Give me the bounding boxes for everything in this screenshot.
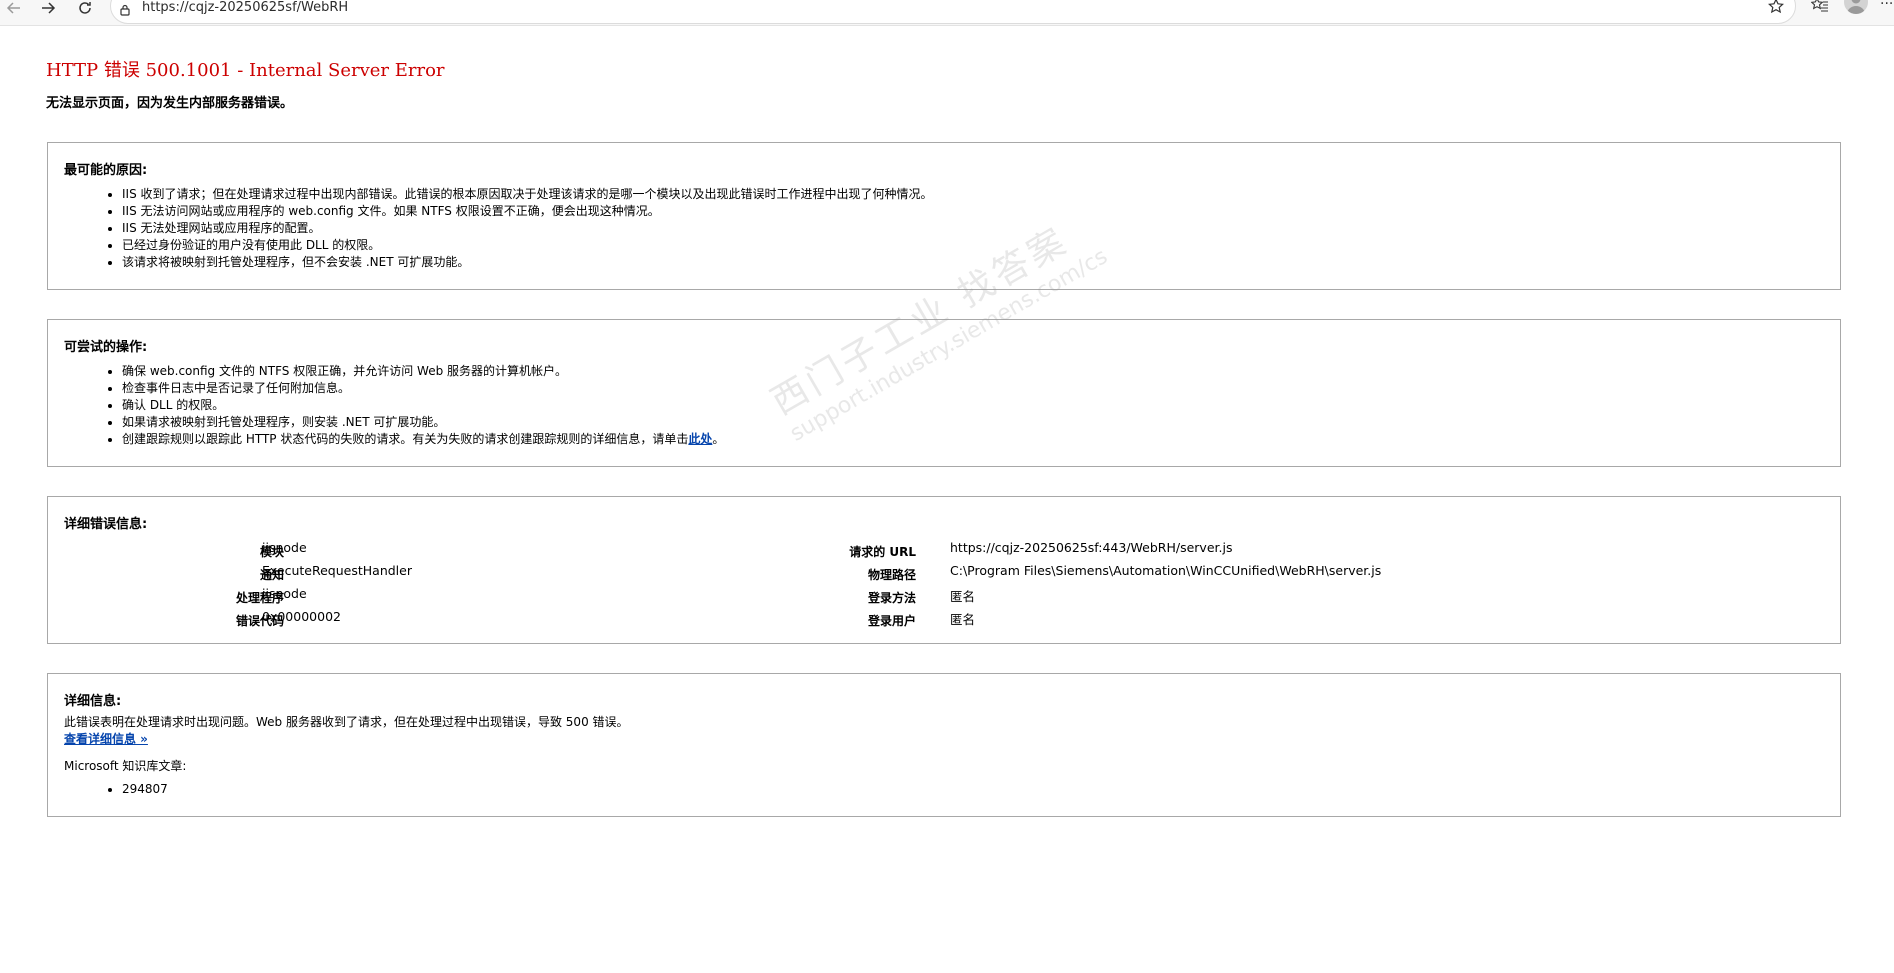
list-item: IIS 收到了请求；但在处理请求过程中出现内部错误。此错误的根本原因取决于处理该… (122, 186, 933, 203)
more-info-heading: 详细信息: (64, 694, 122, 709)
lock-icon[interactable] (119, 1, 131, 20)
list-item: IIS 无法访问网站或应用程序的 web.config 文件。如果 NTFS 权… (122, 203, 933, 220)
list-item: IIS 无法处理网站或应用程序的配置。 (122, 220, 933, 237)
list-item: 如果请求被映射到托管处理程序，则安装 .NET 可扩展功能。 (122, 414, 724, 431)
refresh-button[interactable] (71, 0, 99, 21)
kb-label: Microsoft 知识库文章: (64, 759, 187, 773)
error-details-section: 详细错误信息: 模块 iisnode 通知 ExecuteRequestHand… (47, 496, 1841, 644)
list-item: 确认 DLL 的权限。 (122, 397, 724, 414)
arrow-left-icon (6, 2, 20, 14)
causes-heading: 最可能的原因: (64, 163, 148, 178)
detail-key: 登录用户 (867, 614, 916, 628)
favorites-icon[interactable] (1810, 0, 1829, 17)
back-button[interactable] (0, 0, 28, 21)
list-item: 该请求将被映射到托管处理程序，但不会安装 .NET 可扩展功能。 (122, 254, 933, 271)
causes-list: IIS 收到了请求；但在处理请求过程中出现内部错误。此错误的根本原因取决于处理该… (104, 186, 933, 271)
detail-value: 匿名 (950, 589, 976, 604)
arrow-right-icon (42, 2, 56, 14)
error-title: HTTP 错误 500.1001 - Internal Server Error (46, 60, 445, 81)
detail-key: 登录方法 (867, 591, 916, 605)
star-icon[interactable] (1768, 0, 1784, 18)
actions-list: 确保 web.config 文件的 NTFS 权限正确，并允许访问 Web 服务… (104, 363, 724, 448)
list-item: 确保 web.config 文件的 NTFS 权限正确，并允许访问 Web 服务… (122, 363, 724, 380)
more-info-section: 详细信息: 此错误表明在处理请求时出现问题。Web 服务器收到了请求，但在处理过… (47, 673, 1841, 817)
more-info-description: 此错误表明在处理请求时出现问题。Web 服务器收到了请求，但在处理过程中出现错误… (64, 715, 629, 729)
detail-key: 物理路径 (867, 568, 916, 582)
detail-value: 匿名 (950, 612, 976, 627)
list-item: 已经过身份验证的用户没有使用此 DLL 的权限。 (122, 237, 933, 254)
view-details-link[interactable]: 查看详细信息 » (64, 730, 148, 747)
list-item: 检查事件日志中是否记录了任何附加信息。 (122, 380, 724, 397)
actions-heading: 可尝试的操作: (64, 340, 148, 355)
trace-rule-suffix: 。 (712, 432, 725, 446)
address-bar[interactable] (110, 0, 1796, 24)
refresh-icon (79, 2, 91, 14)
list-item: 创建跟踪规则以跟踪此 HTTP 状态代码的失败的请求。有关为失败的请求创建跟踪规… (122, 431, 724, 448)
detail-value: 0x00000002 (262, 609, 341, 624)
detail-value: iisnode (262, 540, 307, 555)
trace-rule-text: 创建跟踪规则以跟踪此 HTTP 状态代码的失败的请求。有关为失败的请求创建跟踪规… (122, 432, 689, 446)
forward-button[interactable] (34, 0, 62, 21)
details-heading: 详细错误信息: (64, 517, 148, 532)
profile-avatar[interactable] (1844, 0, 1868, 14)
trace-rule-link[interactable]: 此处 (688, 432, 712, 446)
browser-toolbar: https://cqjz-20250625sf/WebRH ··· (0, 0, 1894, 26)
detail-value: C:\Program Files\Siemens\Automation\WinC… (950, 563, 1382, 578)
causes-section: 最可能的原因: IIS 收到了请求；但在处理请求过程中出现内部错误。此错误的根本… (47, 142, 1841, 290)
kb-list: 294807 (104, 781, 168, 798)
detail-value: ExecuteRequestHandler (262, 563, 412, 578)
detail-key: 请求的 URL (849, 545, 916, 559)
list-item: 294807 (122, 781, 168, 798)
actions-section: 可尝试的操作: 确保 web.config 文件的 NTFS 权限正确，并允许访… (47, 319, 1841, 467)
person-icon (1847, 0, 1865, 14)
error-subtitle: 无法显示页面，因为发生内部服务器错误。 (46, 96, 294, 111)
url-text[interactable]: https://cqjz-20250625sf/WebRH (142, 0, 348, 16)
more-options-icon[interactable]: ··· (1880, 0, 1893, 11)
detail-value: iisnode (262, 586, 307, 601)
detail-value: https://cqjz-20250625sf:443/WebRH/server… (950, 540, 1233, 555)
